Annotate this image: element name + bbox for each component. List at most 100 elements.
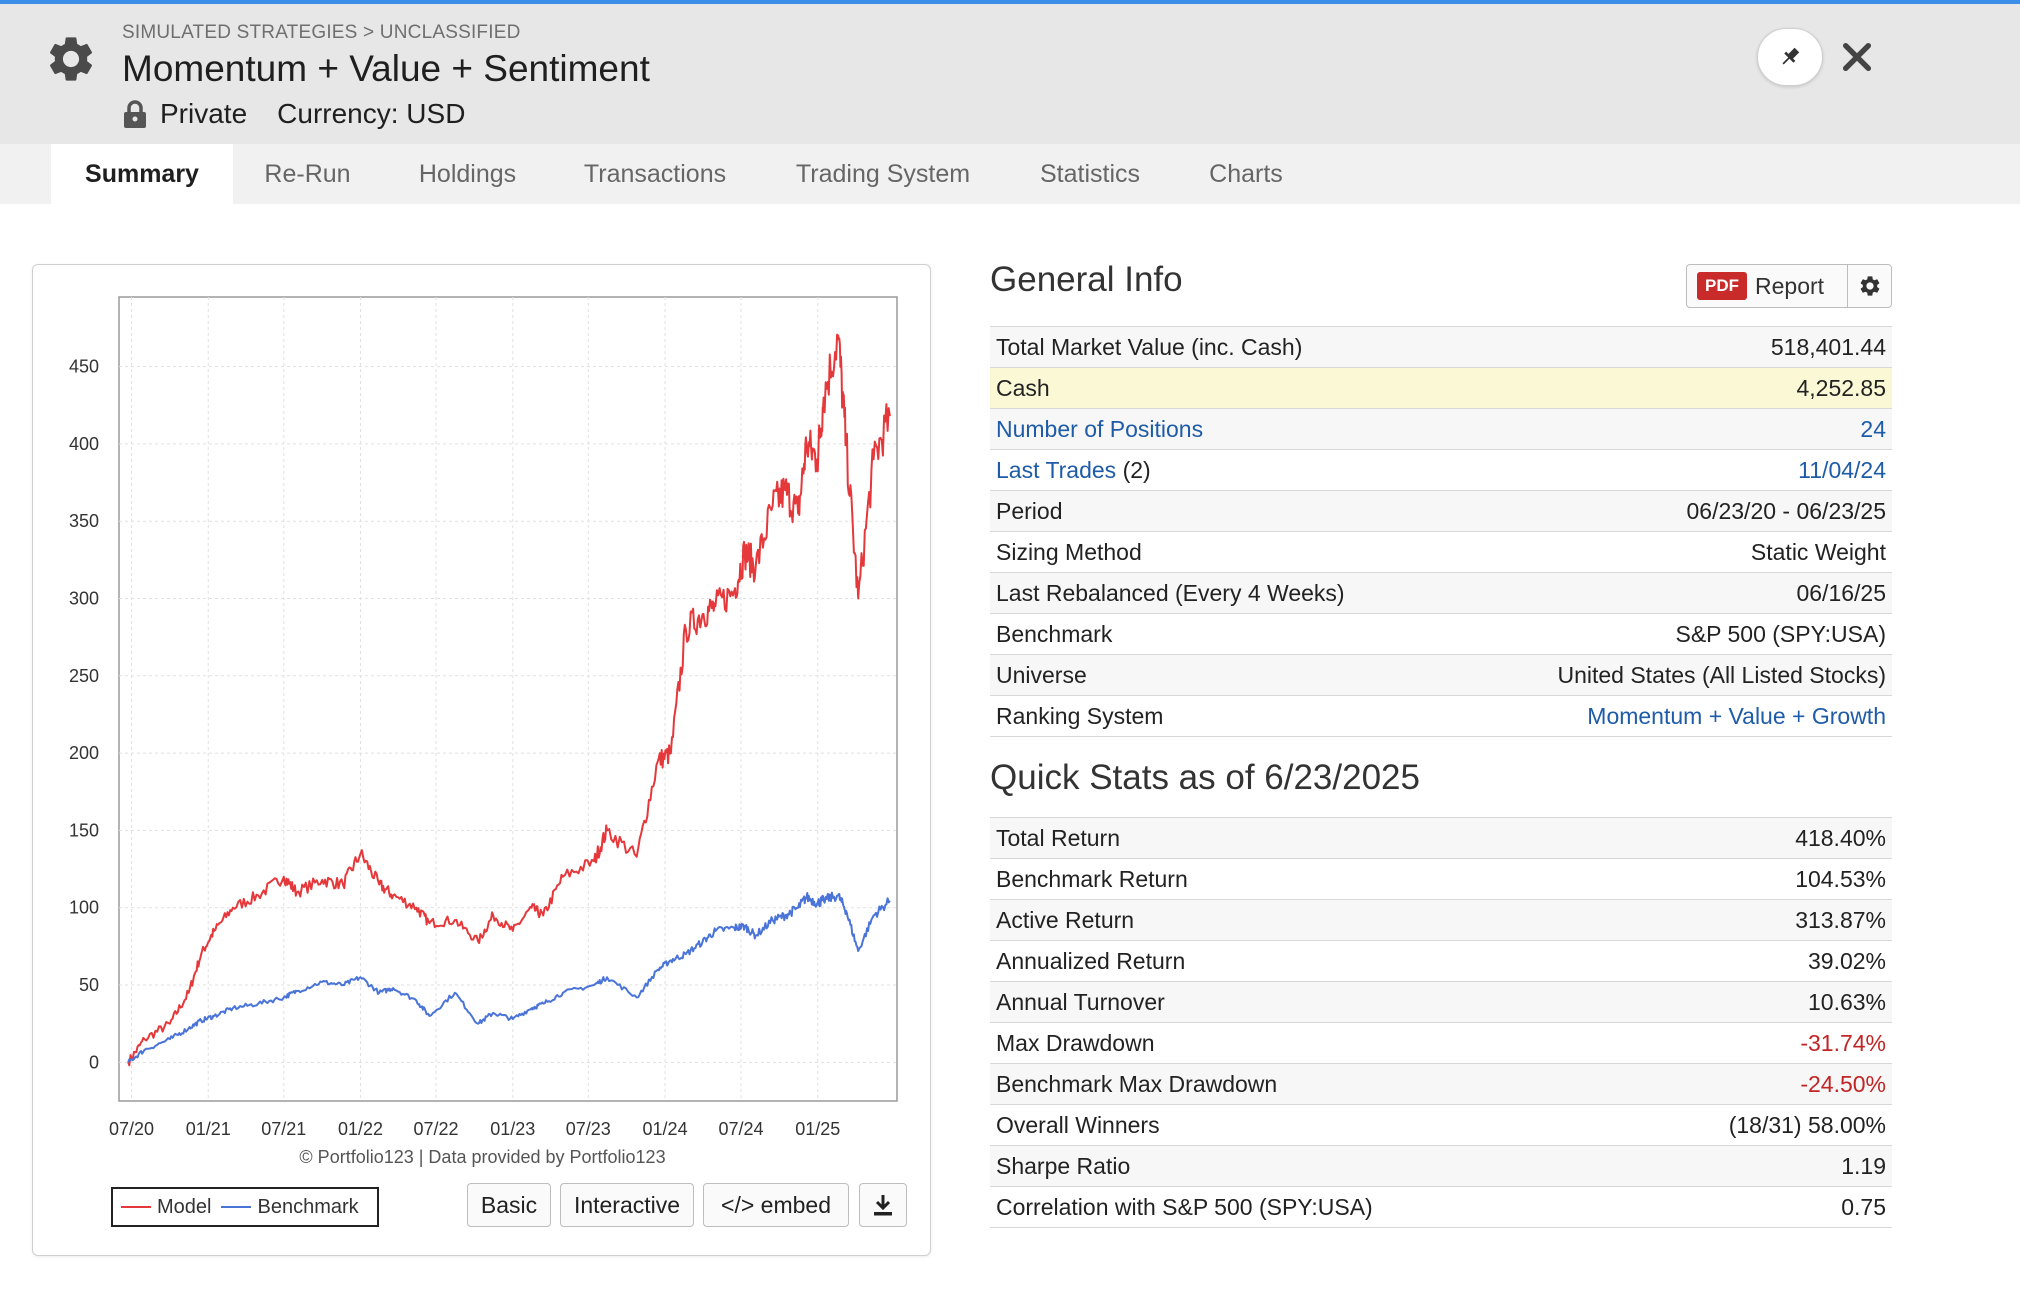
- last-trades-date-link[interactable]: 11/04/24: [1798, 457, 1886, 483]
- privacy-label: Private: [160, 98, 248, 129]
- table-row: Benchmark S&P 500 (SPY:USA): [990, 613, 1892, 655]
- active-return-value: 313.87%: [1618, 899, 1892, 941]
- universe-value: United States (All Listed Stocks): [1453, 654, 1892, 696]
- overall-winners-label: Overall Winners: [990, 1104, 1619, 1146]
- page-header: SIMULATED STRATEGIES > UNCLASSIFIED Mome…: [0, 4, 2020, 144]
- sizing-method-value: Static Weight: [1453, 531, 1892, 573]
- sharpe-ratio-label: Sharpe Ratio: [990, 1145, 1619, 1187]
- x-tick-label: 01/22: [338, 1119, 383, 1139]
- last-trades-link[interactable]: Last Trades: [996, 457, 1116, 483]
- table-row: Annualized Return 39.02%: [990, 940, 1892, 982]
- y-tick-label: 150: [69, 820, 99, 840]
- table-row: Correlation with S&P 500 (SPY:USA) 0.75: [990, 1186, 1892, 1228]
- x-tick-label: 01/23: [490, 1119, 535, 1139]
- x-tick-label: 07/21: [261, 1119, 306, 1139]
- legend-swatch-benchmark: [221, 1206, 252, 1208]
- y-tick-label: 400: [69, 434, 99, 454]
- gear-icon[interactable]: [44, 32, 98, 86]
- sizing-method-label: Sizing Method: [990, 531, 1454, 573]
- y-tick-label: 50: [79, 975, 99, 995]
- period-value: 06/23/20 - 06/23/25: [1453, 490, 1892, 532]
- embed-button[interactable]: </> embed: [703, 1183, 849, 1227]
- total-market-value-value: 518,401.44: [1453, 326, 1892, 368]
- tab-statistics[interactable]: Statistics: [1016, 144, 1164, 204]
- table-row: Sizing Method Static Weight: [990, 531, 1892, 573]
- interactive-chart-button[interactable]: Interactive: [560, 1183, 694, 1227]
- table-row: Active Return 313.87%: [990, 899, 1892, 941]
- table-row: Cash 4,252.85: [990, 367, 1892, 409]
- download-button[interactable]: [859, 1183, 907, 1227]
- basic-chart-button[interactable]: Basic: [467, 1183, 551, 1227]
- currency-label: Currency: USD: [277, 98, 466, 129]
- last-rebalanced-label: Last Rebalanced (Every 4 Weeks): [990, 572, 1454, 614]
- pin-icon: [1782, 47, 1800, 65]
- total-return-label: Total Return: [990, 817, 1619, 859]
- page-title: Momentum + Value + Sentiment: [122, 48, 650, 89]
- sharpe-ratio-value: 1.19: [1618, 1145, 1892, 1187]
- ranking-system-link[interactable]: Momentum + Value + Growth: [1587, 703, 1886, 729]
- table-row: Ranking System Momentum + Value + Growth: [990, 695, 1892, 737]
- benchmark-value: S&P 500 (SPY:USA): [1453, 613, 1892, 655]
- close-icon[interactable]: [1840, 40, 1874, 74]
- tab-transactions[interactable]: Transactions: [563, 144, 747, 204]
- legend-item-benchmark: Benchmark: [221, 1196, 359, 1219]
- x-tick-label: 07/22: [414, 1119, 459, 1139]
- tab-re-run[interactable]: Re-Run: [240, 144, 375, 204]
- general-info-heading: General Info: [990, 260, 1183, 299]
- legend-swatch-model: [121, 1206, 151, 1208]
- table-row: Number of Positions 24: [990, 408, 1892, 450]
- table-row: Sharpe Ratio 1.19: [990, 1145, 1892, 1187]
- table-row: Last Trades (2) 11/04/24: [990, 449, 1892, 491]
- strategy-meta: Private Currency: USD: [122, 98, 465, 130]
- max-drawdown-value: -31.74%: [1618, 1022, 1892, 1064]
- x-tick-label: 01/24: [643, 1119, 688, 1139]
- download-icon: [874, 1195, 892, 1216]
- overall-winners-value: (18/31) 58.00%: [1618, 1104, 1892, 1146]
- general-info-table: Total Market Value (inc. Cash) 518,401.4…: [990, 326, 1892, 737]
- x-tick-label: 07/23: [566, 1119, 611, 1139]
- benchmark-return-label: Benchmark Return: [990, 858, 1619, 900]
- total-return-value: 418.40%: [1618, 817, 1892, 859]
- number-of-positions-value[interactable]: 24: [1860, 416, 1886, 442]
- table-row: Total Market Value (inc. Cash) 518,401.4…: [990, 326, 1892, 368]
- benchmark-return-value: 104.53%: [1618, 858, 1892, 900]
- tab-charts[interactable]: Charts: [1192, 144, 1300, 204]
- total-market-value-label: Total Market Value (inc. Cash): [990, 326, 1454, 368]
- pin-button[interactable]: [1757, 28, 1823, 86]
- tab-bar: Summary Re-Run Holdings Transactions Tra…: [0, 144, 2020, 204]
- quick-stats-table: Total Return 418.40% Benchmark Return 10…: [990, 817, 1892, 1228]
- cash-label: Cash: [990, 367, 1454, 409]
- annualized-return-label: Annualized Return: [990, 940, 1619, 982]
- number-of-positions-link[interactable]: Number of Positions: [996, 416, 1203, 442]
- report-settings-button[interactable]: [1847, 265, 1891, 307]
- x-tick-label: 01/25: [795, 1119, 840, 1139]
- annualized-return-value: 39.02%: [1618, 940, 1892, 982]
- table-row: Benchmark Return 104.53%: [990, 858, 1892, 900]
- tab-summary[interactable]: Summary: [51, 144, 233, 204]
- table-row: Benchmark Max Drawdown -24.50%: [990, 1063, 1892, 1105]
- last-rebalanced-value: 06/16/25: [1453, 572, 1892, 614]
- x-tick-label: 07/24: [718, 1119, 763, 1139]
- x-tick-label: 01/21: [186, 1119, 231, 1139]
- tab-holdings[interactable]: Holdings: [395, 144, 540, 204]
- performance-chart-panel: 0 50 100 150 200 250 300 350 400 450 07/20 01/21 07/…: [32, 264, 931, 1256]
- legend-label-model: Model: [157, 1195, 212, 1218]
- correlation-value: 0.75: [1618, 1186, 1892, 1228]
- last-trades-count: (2): [1122, 456, 1151, 483]
- legend-item-model: Model: [121, 1196, 211, 1219]
- pdf-report-button-group: PDF Report: [1686, 264, 1892, 308]
- chart-legend: Model Benchmark: [111, 1187, 379, 1227]
- table-row: Overall Winners (18/31) 58.00%: [990, 1104, 1892, 1146]
- y-tick-label: 350: [69, 511, 99, 531]
- pdf-report-button[interactable]: Report: [1755, 273, 1824, 300]
- tab-trading-system[interactable]: Trading System: [778, 144, 988, 204]
- breadcrumb[interactable]: SIMULATED STRATEGIES > UNCLASSIFIED: [122, 22, 521, 44]
- quick-stats-heading: Quick Stats as of 6/23/2025: [990, 758, 1420, 797]
- pdf-badge[interactable]: PDF: [1697, 272, 1747, 300]
- cash-value: 4,252.85: [1453, 367, 1892, 409]
- period-label: Period: [990, 490, 1454, 532]
- y-tick-label: 200: [69, 743, 99, 763]
- lock-icon: [124, 100, 146, 128]
- y-tick-label: 450: [69, 357, 99, 377]
- annual-turnover-label: Annual Turnover: [990, 981, 1619, 1023]
